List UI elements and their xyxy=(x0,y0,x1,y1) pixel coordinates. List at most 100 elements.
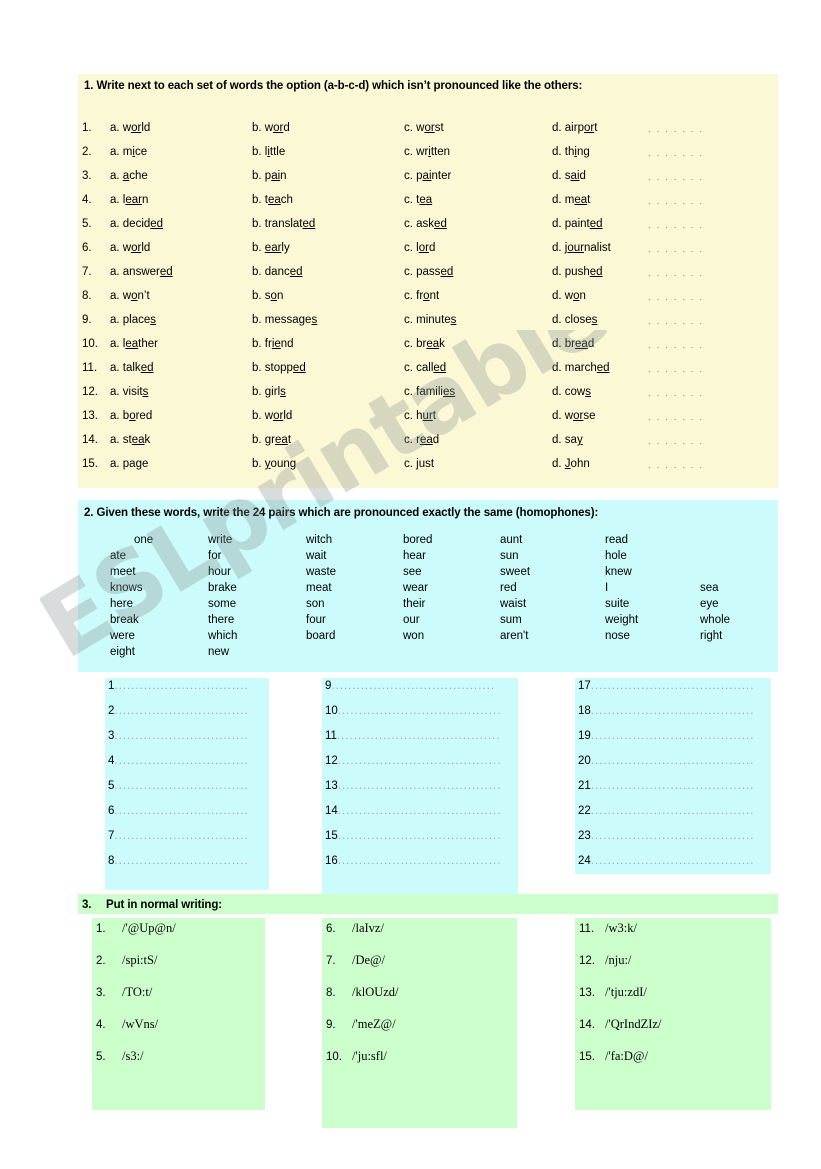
answer-blank[interactable]: . . . . . . . xyxy=(648,220,704,231)
option-c: c. families xyxy=(404,386,456,398)
phonetic-transcription: /'@Up@n/ xyxy=(122,921,176,935)
answer-blank[interactable]: . . . . . . . xyxy=(648,172,704,183)
answer-blank[interactable]: . . . . . . . xyxy=(648,460,704,471)
dotted-writing-space[interactable]: ................................ xyxy=(114,780,248,792)
dotted-writing-space[interactable]: ....................................... xyxy=(591,680,755,692)
dotted-writing-space[interactable]: ................................ xyxy=(114,855,248,867)
phonetic-item[interactable]: 8. /klOUzd/ xyxy=(326,985,399,1017)
dotted-writing-space[interactable]: ....................................... xyxy=(591,705,755,717)
phonetic-item[interactable]: 12. /nju:/ xyxy=(579,953,661,985)
homophone-pair-line[interactable]: 24......................................… xyxy=(578,855,770,880)
answer-blank[interactable]: . . . . . . . xyxy=(648,292,704,303)
phonetic-item[interactable]: 13. /'tju:zdI/ xyxy=(579,985,661,1017)
word-bank-item: board xyxy=(306,630,336,642)
homophone-pair-line[interactable]: 15......................................… xyxy=(325,830,517,855)
answer-blank[interactable]: . . . . . . . xyxy=(648,340,704,351)
phonetic-item[interactable]: 14. /'QrIndZIz/ xyxy=(579,1017,661,1049)
line-number: 20 xyxy=(578,755,591,767)
phonetic-transcription: /laIvz/ xyxy=(352,921,384,935)
homophone-pair-line[interactable]: 8................................ xyxy=(108,855,266,880)
dotted-writing-space[interactable]: ....................................... xyxy=(338,855,502,867)
answer-blank[interactable]: . . . . . . . xyxy=(648,268,704,279)
dotted-writing-space[interactable]: ....................................... xyxy=(338,830,502,842)
word-bank-column: write for hour brake some there which new xyxy=(208,532,237,660)
dotted-writing-space[interactable]: ....................................... xyxy=(591,780,755,792)
phonetic-item[interactable]: 2. /spi:tS/ xyxy=(96,953,176,985)
option-a: a. decided xyxy=(110,218,164,230)
dotted-writing-space[interactable]: ................................ xyxy=(114,755,248,767)
homophone-pair-line[interactable]: 4................................ xyxy=(108,755,266,780)
homophone-pair-line[interactable]: 14......................................… xyxy=(325,805,517,830)
dotted-writing-space[interactable]: ....................................... xyxy=(338,705,502,717)
homophone-pair-line[interactable]: 18......................................… xyxy=(578,705,770,730)
dotted-writing-space[interactable]: ....................................... xyxy=(591,755,755,767)
homophone-pair-line[interactable]: 21......................................… xyxy=(578,780,770,805)
option-b: b. world xyxy=(252,410,293,422)
option-b: b. early xyxy=(252,242,290,254)
phonetic-item[interactable]: 15. /'fa:D@/ xyxy=(579,1049,661,1081)
phonetic-item[interactable]: 10. /'ju:sfl/ xyxy=(326,1049,399,1081)
homophone-pair-line[interactable]: 3................................ xyxy=(108,730,266,755)
question-row: 14. a. steak b. great c. read d. say . . . . … xyxy=(78,434,778,458)
answer-blank[interactable]: . . . . . . . xyxy=(648,412,704,423)
dotted-writing-space[interactable]: ....................................... xyxy=(338,805,502,817)
homophone-pair-line[interactable]: 13......................................… xyxy=(325,780,517,805)
option-a: a. ache xyxy=(110,170,148,182)
homophone-pair-line[interactable]: 6................................ xyxy=(108,805,266,830)
answer-blank[interactable]: . . . . . . . xyxy=(648,316,704,327)
option-c: c. read xyxy=(404,434,440,446)
homophone-pair-line[interactable]: 11......................................… xyxy=(325,730,517,755)
phonetic-item[interactable]: 11. /w3:k/ xyxy=(579,921,661,953)
phonetic-item[interactable]: 4. /wVns/ xyxy=(96,1017,176,1049)
homophone-pair-line[interactable]: 7................................ xyxy=(108,830,266,855)
homophone-pair-line[interactable]: 19......................................… xyxy=(578,730,770,755)
dotted-writing-space[interactable]: ....................................... xyxy=(591,805,755,817)
dotted-writing-space[interactable]: ....................................... xyxy=(331,680,495,692)
phonetic-number: 2. xyxy=(96,955,106,967)
phonetic-item[interactable]: 6. /laIvz/ xyxy=(326,921,399,953)
phonetic-number: 10. xyxy=(326,1051,342,1063)
word-bank-column: aunt sun sweet red waist sum aren't xyxy=(500,532,530,644)
phonetic-item[interactable]: 1. /'@Up@n/ xyxy=(96,921,176,953)
homophone-pair-line[interactable]: 10......................................… xyxy=(325,705,517,730)
phonetic-number: 11. xyxy=(579,923,595,935)
homophone-pair-line[interactable]: 16......................................… xyxy=(325,855,517,880)
dotted-writing-space[interactable]: ................................ xyxy=(114,680,248,692)
answer-blank[interactable]: . . . . . . . xyxy=(648,148,704,159)
answer-blank[interactable]: . . . . . . . xyxy=(648,436,704,447)
question-row: 4. a. learn b. teach c. tea d. meat . . . . .… xyxy=(78,194,778,218)
phonetic-item[interactable]: 5. /s3:/ xyxy=(96,1049,176,1081)
word-bank-item: sum xyxy=(500,614,522,626)
dotted-writing-space[interactable]: ....................................... xyxy=(591,730,755,742)
option-d: d. thing xyxy=(552,146,590,158)
dotted-writing-space[interactable]: ................................ xyxy=(114,830,248,842)
homophone-pair-line[interactable]: 9....................................... xyxy=(325,680,517,705)
homophone-pair-line[interactable]: 12......................................… xyxy=(325,755,517,780)
phonetic-transcription: /TO:t/ xyxy=(122,985,153,999)
phonetic-item[interactable]: 7. /De@/ xyxy=(326,953,399,985)
homophone-pair-line[interactable]: 1................................ xyxy=(108,680,266,705)
dotted-writing-space[interactable]: ....................................... xyxy=(338,755,502,767)
phonetic-item[interactable]: 9. /'meZ@/ xyxy=(326,1017,399,1049)
homophone-pair-line[interactable]: 22......................................… xyxy=(578,805,770,830)
homophone-pair-line[interactable]: 2................................ xyxy=(108,705,266,730)
dotted-writing-space[interactable]: ................................ xyxy=(114,705,248,717)
homophone-pair-line[interactable]: 5................................ xyxy=(108,780,266,805)
phonetic-item[interactable]: 3. /TO:t/ xyxy=(96,985,176,1017)
homophone-pair-line[interactable]: 17......................................… xyxy=(578,680,770,705)
homophone-pair-line[interactable]: 20......................................… xyxy=(578,755,770,780)
answer-blank[interactable]: . . . . . . . xyxy=(648,388,704,399)
dotted-writing-space[interactable]: ................................ xyxy=(114,730,248,742)
answer-blank[interactable]: . . . . . . . xyxy=(648,244,704,255)
dotted-writing-space[interactable]: ....................................... xyxy=(337,730,501,742)
answer-blank[interactable]: . . . . . . . xyxy=(648,364,704,375)
phonetic-transcription: /'fa:D@/ xyxy=(605,1049,648,1063)
answer-blank[interactable]: . . . . . . . xyxy=(648,124,704,135)
word-bank-item: meet xyxy=(110,566,136,578)
dotted-writing-space[interactable]: ....................................... xyxy=(591,830,755,842)
dotted-writing-space[interactable]: ....................................... xyxy=(591,855,755,867)
dotted-writing-space[interactable]: ................................ xyxy=(114,805,248,817)
homophone-pair-line[interactable]: 23......................................… xyxy=(578,830,770,855)
dotted-writing-space[interactable]: ....................................... xyxy=(338,780,502,792)
answer-blank[interactable]: . . . . . . . xyxy=(648,196,704,207)
